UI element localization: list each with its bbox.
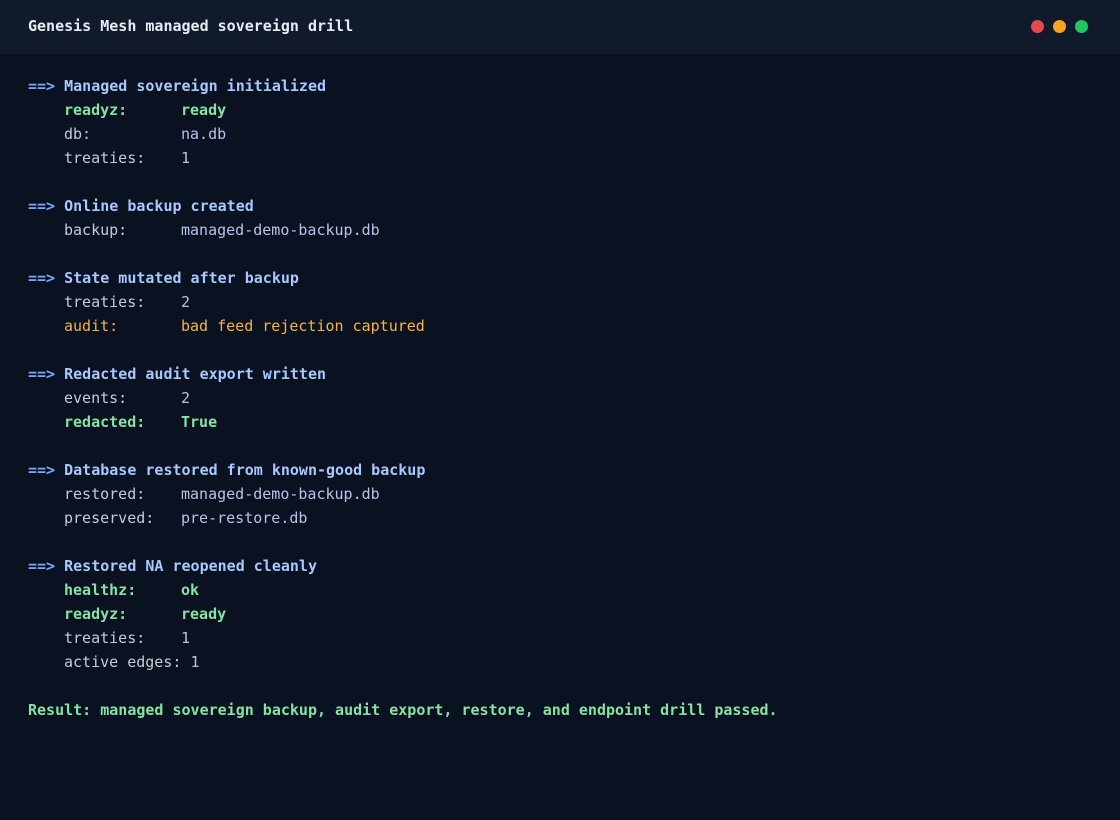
- section-title: Database restored from known-good backup: [64, 461, 426, 479]
- section-title: Online backup created: [64, 197, 254, 215]
- section-heading: ==> Restored NA reopened cleanly: [28, 554, 1088, 578]
- minimize-button[interactable]: [1053, 20, 1066, 33]
- close-button[interactable]: [1031, 20, 1044, 33]
- arrow-prompt: ==>: [28, 557, 56, 575]
- kv-value: True: [181, 413, 218, 431]
- kv-key: treaties:: [64, 149, 146, 167]
- kv-row: active edges: 1: [28, 650, 1088, 674]
- arrow-prompt: ==>: [28, 77, 56, 95]
- arrow-prompt: ==>: [28, 461, 56, 479]
- kv-value: 2: [181, 293, 191, 311]
- kv-key: treaties:: [64, 293, 146, 311]
- kv-value: 1: [181, 149, 191, 167]
- kv-row: db: na.db: [28, 122, 1088, 146]
- kv-value: na.db: [181, 125, 227, 143]
- section-title: Redacted audit export written: [64, 365, 327, 383]
- kv-row: backup: managed-demo-backup.db: [28, 218, 1088, 242]
- kv-row: readyz: ready: [28, 98, 1088, 122]
- kv-key: restored:: [64, 485, 146, 503]
- kv-row: audit: bad feed rejection captured: [28, 314, 1088, 338]
- kv-key: preserved:: [64, 509, 155, 527]
- kv-key: healthz:: [64, 581, 137, 599]
- maximize-button[interactable]: [1075, 20, 1088, 33]
- kv-key: treaties:: [64, 629, 146, 647]
- arrow-prompt: ==>: [28, 269, 56, 287]
- kv-value: managed-demo-backup.db: [181, 221, 380, 239]
- kv-key: active edges:: [64, 653, 182, 671]
- kv-row: treaties: 1: [28, 626, 1088, 650]
- section-heading: ==> Redacted audit export written: [28, 362, 1088, 386]
- section-title: Restored NA reopened cleanly: [64, 557, 317, 575]
- kv-value: ready: [181, 605, 227, 623]
- section-heading: ==> Database restored from known-good ba…: [28, 458, 1088, 482]
- kv-row: readyz: ready: [28, 602, 1088, 626]
- kv-value: ok: [181, 581, 200, 599]
- kv-key: events:: [64, 389, 128, 407]
- section-heading: ==> Online backup created: [28, 194, 1088, 218]
- arrow-prompt: ==>: [28, 197, 56, 215]
- kv-value: 1: [190, 653, 200, 671]
- kv-row: redacted: True: [28, 410, 1088, 434]
- kv-row: preserved: pre-restore.db: [28, 506, 1088, 530]
- kv-row: treaties: 1: [28, 146, 1088, 170]
- kv-key: redacted:: [64, 413, 146, 431]
- kv-key: audit:: [64, 317, 119, 335]
- kv-value: 1: [181, 629, 191, 647]
- kv-key: readyz:: [64, 101, 128, 119]
- terminal-output: ==> Managed sovereign initialized readyz:…: [28, 74, 1088, 722]
- kv-key: readyz:: [64, 605, 128, 623]
- kv-row: treaties: 2: [28, 290, 1088, 314]
- kv-row: restored: managed-demo-backup.db: [28, 482, 1088, 506]
- window-controls: [1031, 20, 1088, 33]
- kv-value: 2: [181, 389, 191, 407]
- kv-value: managed-demo-backup.db: [181, 485, 380, 503]
- arrow-prompt: ==>: [28, 365, 56, 383]
- section-title: State mutated after backup: [64, 269, 299, 287]
- kv-row: events: 2: [28, 386, 1088, 410]
- section-title: Managed sovereign initialized: [64, 77, 327, 95]
- window-title: Genesis Mesh managed sovereign drill: [28, 17, 354, 35]
- kv-key: db:: [64, 125, 92, 143]
- kv-value: pre-restore.db: [181, 509, 308, 527]
- kv-value: ready: [181, 101, 227, 119]
- kv-key: backup:: [64, 221, 128, 239]
- section-heading: ==> Managed sovereign initialized: [28, 74, 1088, 98]
- result-line: Result: managed sovereign backup, audit …: [28, 701, 778, 719]
- section-heading: ==> State mutated after backup: [28, 266, 1088, 290]
- window-titlebar: Genesis Mesh managed sovereign drill: [0, 0, 1120, 54]
- kv-row: healthz: ok: [28, 578, 1088, 602]
- kv-value: bad feed rejection captured: [181, 317, 425, 335]
